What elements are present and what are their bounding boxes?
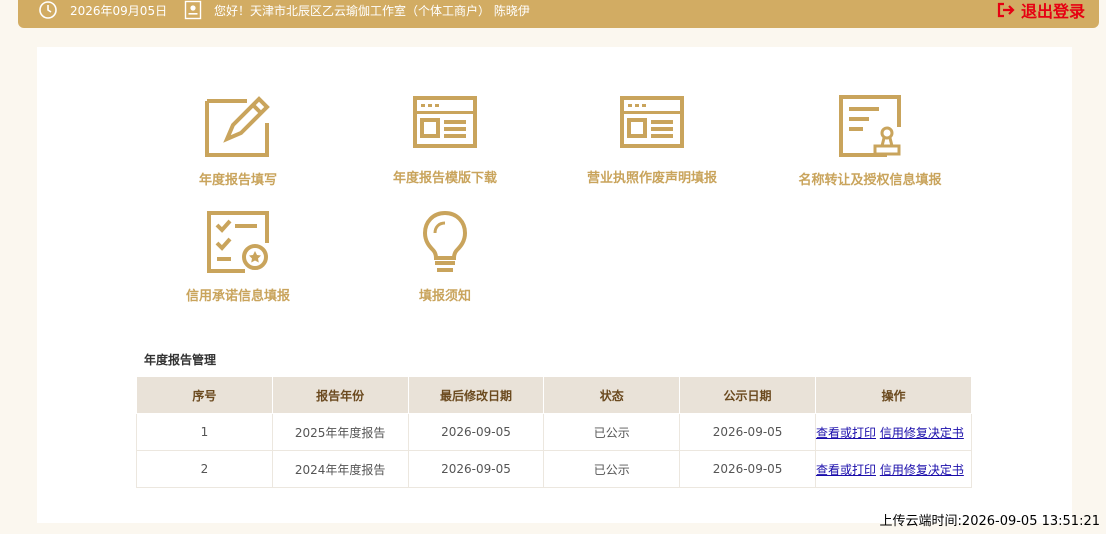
column-header: 公示日期	[679, 376, 816, 414]
view-print-link[interactable]: 查看或打印	[816, 463, 876, 477]
cell-no: 2	[136, 450, 273, 488]
cell-modified: 2026-09-05	[407, 450, 545, 488]
table-header-row: 序号 报告年份 最后修改日期 状态 公示日期 操作	[136, 376, 973, 414]
browser-window-icon	[620, 96, 684, 148]
logout-button[interactable]: 退出登录	[997, 0, 1085, 22]
greeting-text: 您好！天津市北辰区乙云瑜伽工作室（个体工商户） 陈晓伊	[214, 4, 530, 18]
menu-label: 年度报告填写	[198, 173, 277, 188]
top-bar: 2026年09月05日 您好！天津市北辰区乙云瑜伽工作室（个体工商户） 陈晓伊 …	[18, 0, 1099, 28]
cell-actions: 查看或打印 信用修复决定书	[814, 413, 973, 451]
menu-label: 营业执照作废声明填报	[586, 171, 717, 186]
menu-filing-notice[interactable]: 填报须知	[340, 209, 550, 304]
table-row: 2 2024年年度报告 2026-09-05 已公示 2026-09-05 查看…	[136, 450, 973, 488]
cell-actions: 查看或打印 信用修复决定书	[814, 450, 973, 488]
cell-no: 1	[136, 413, 273, 451]
view-print-link[interactable]: 查看或打印	[816, 426, 876, 440]
column-header: 状态	[543, 376, 681, 414]
upload-time: 上传云端时间:2026-09-05 13:51:21	[879, 514, 1100, 529]
cell-status: 已公示	[543, 413, 681, 451]
menu-label: 名称转让及授权信息填报	[798, 173, 942, 188]
credit-repair-link[interactable]: 信用修复决定书	[880, 426, 964, 440]
column-header: 操作	[814, 376, 973, 414]
section-title: 年度报告管理	[144, 353, 217, 367]
logout-label: 退出登录	[1020, 2, 1085, 21]
current-date: 2026年09月05日	[70, 4, 168, 18]
main-panel: 年度报告填写 年度报告模版下载 营业执照作废声明填报 名称转让及授权信息填报 信…	[37, 47, 1072, 523]
report-table: 序号 报告年份 最后修改日期 状态 公示日期 操作 1 2025年年度报告 20…	[136, 376, 973, 488]
edit-document-icon	[205, 96, 270, 157]
clock-icon	[38, 0, 58, 23]
lightbulb-icon	[422, 210, 468, 272]
menu-license-void[interactable]: 营业执照作废声明填报	[547, 93, 757, 186]
column-header: 最后修改日期	[407, 376, 545, 414]
menu-label: 填报须知	[418, 289, 471, 304]
checklist-badge-icon	[207, 211, 269, 273]
column-header: 报告年份	[271, 376, 409, 414]
menu-name-transfer[interactable]: 名称转让及授权信息填报	[765, 93, 975, 188]
menu-annual-report-fill[interactable]: 年度报告填写	[133, 93, 343, 188]
cell-modified: 2026-09-05	[407, 413, 545, 451]
credit-repair-link[interactable]: 信用修复决定书	[880, 463, 964, 477]
browser-window-icon	[413, 96, 477, 148]
column-header: 序号	[136, 376, 273, 414]
menu-template-download[interactable]: 年度报告模版下载	[340, 93, 550, 186]
logout-icon	[997, 2, 1015, 18]
user-card-icon	[184, 0, 202, 23]
cell-year: 2025年年度报告	[271, 413, 409, 451]
cell-published: 2026-09-05	[679, 413, 816, 451]
cell-year: 2024年年度报告	[271, 450, 409, 488]
menu-credit-commitment[interactable]: 信用承诺信息填报	[133, 209, 343, 304]
menu-label: 信用承诺信息填报	[185, 289, 290, 304]
table-row: 1 2025年年度报告 2026-09-05 已公示 2026-09-05 查看…	[136, 413, 973, 451]
cell-status: 已公示	[543, 450, 681, 488]
menu-label: 年度报告模版下载	[392, 171, 497, 186]
cell-published: 2026-09-05	[679, 450, 816, 488]
document-stamp-icon	[839, 95, 901, 157]
